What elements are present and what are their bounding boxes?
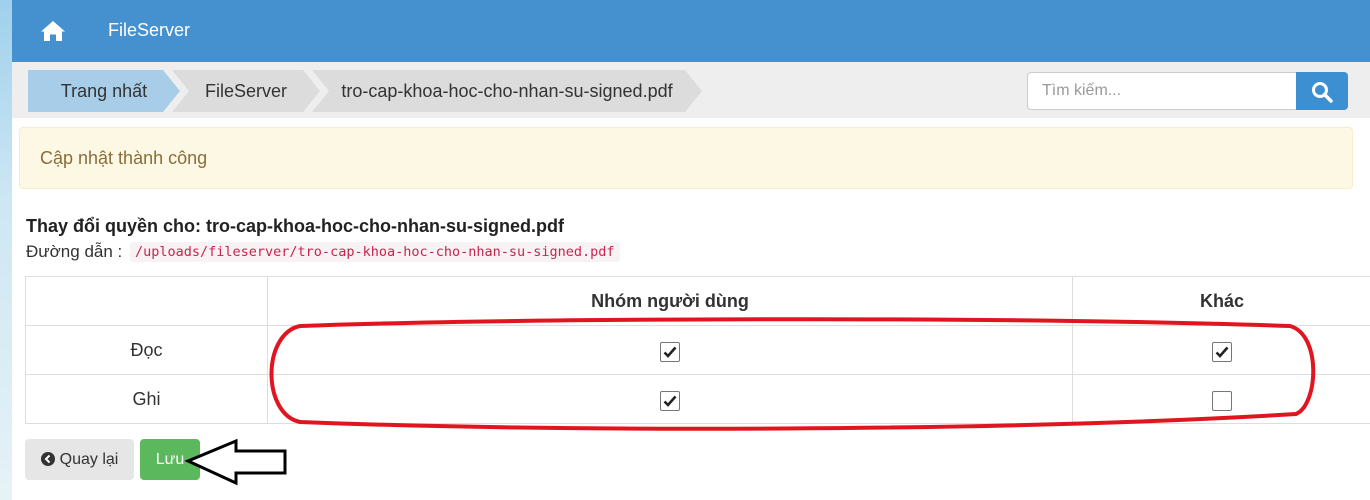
save-button[interactable]: Lưu xyxy=(140,439,200,480)
navbar: FileServer xyxy=(12,0,1370,62)
back-label: Quay lại xyxy=(59,451,119,468)
table-header-row: Nhóm người dùng Khác xyxy=(25,276,1370,326)
cell xyxy=(1072,374,1370,424)
search-icon xyxy=(1312,82,1333,103)
breadcrumb-item-fileserver[interactable]: FileServer xyxy=(172,70,320,112)
chevron-circle-left-icon xyxy=(40,452,55,466)
cell xyxy=(267,325,1073,375)
cell xyxy=(267,374,1073,424)
search-box xyxy=(1027,72,1348,110)
row-label: Ghi xyxy=(25,374,268,424)
check-icon xyxy=(1215,346,1229,358)
read-other-checkbox[interactable] xyxy=(1212,342,1232,362)
table-row: Ghi xyxy=(25,374,1370,424)
path-label: Đường dẫn : xyxy=(26,242,123,261)
column-header: Khác xyxy=(1072,276,1370,326)
write-other-checkbox[interactable] xyxy=(1212,391,1232,411)
cell xyxy=(1072,325,1370,375)
search-button[interactable] xyxy=(1296,72,1348,110)
brand-link[interactable]: FileServer xyxy=(108,20,190,41)
column-header xyxy=(25,276,268,326)
breadcrumb-item-home[interactable]: Trang nhất xyxy=(28,70,180,112)
home-icon[interactable] xyxy=(40,20,66,42)
page-title: Thay đổi quyền cho: tro-cap-khoa-hoc-cho… xyxy=(26,216,564,236)
breadcrumb: Trang nhất FileServer tro-cap-khoa-hoc-c… xyxy=(12,62,1370,118)
check-icon xyxy=(663,346,677,358)
breadcrumb-label: tro-cap-khoa-hoc-cho-nhan-su-signed.pdf xyxy=(341,81,673,101)
column-header: Nhóm người dùng xyxy=(267,276,1073,326)
check-icon xyxy=(663,395,677,407)
file-path: /uploads/fileserver/tro-cap-khoa-hoc-cho… xyxy=(130,242,620,262)
breadcrumb-label: FileServer xyxy=(204,81,288,101)
breadcrumb-item-file[interactable]: tro-cap-khoa-hoc-cho-nhan-su-signed.pdf xyxy=(312,70,702,112)
search-input[interactable] xyxy=(1027,72,1297,110)
success-alert: Cập nhật thành công xyxy=(19,127,1353,189)
permissions-table: Nhóm người dùng Khác Đọc Ghi xyxy=(25,276,1370,424)
back-button[interactable]: Quay lại xyxy=(25,439,134,480)
app-window: FileServer Trang nhất FileServer tro-cap… xyxy=(12,0,1370,500)
write-group-checkbox[interactable] xyxy=(660,391,680,411)
read-group-checkbox[interactable] xyxy=(660,342,680,362)
breadcrumb-label: Trang nhất xyxy=(60,81,148,101)
row-label: Đọc xyxy=(25,325,268,375)
table-row: Đọc xyxy=(25,325,1370,375)
